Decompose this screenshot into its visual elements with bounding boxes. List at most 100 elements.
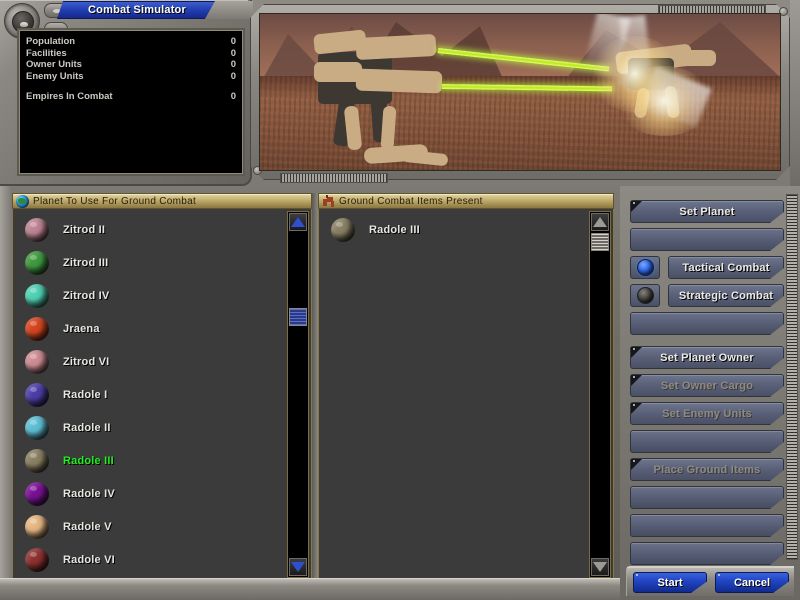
scroll-up-arrow[interactable] — [591, 213, 609, 231]
list-item[interactable]: Radole II — [13, 411, 285, 444]
bottom-bevel — [0, 578, 622, 600]
battle-preview[interactable] — [259, 13, 781, 171]
battle-scene — [260, 14, 780, 170]
stats-readout: Population 0 Facilities 0 Owner Units 0 … — [17, 28, 245, 176]
ground-items-scrollbar[interactable] — [589, 211, 611, 578]
stat-label: Facilities — [26, 48, 67, 60]
radio-tactical-combat[interactable] — [630, 256, 660, 279]
stat-label: Empires In Combat — [26, 91, 113, 103]
stat-row-population: Population 0 — [26, 36, 236, 48]
stat-label: Enemy Units — [26, 71, 84, 83]
bezel-vent-left — [280, 173, 388, 183]
planet-label: Radole V — [63, 521, 112, 533]
chevron-up-icon — [593, 217, 607, 227]
tactical-combat-label: Tactical Combat — [682, 262, 769, 274]
chevron-up-icon — [291, 217, 305, 227]
stat-label: Population — [26, 36, 75, 48]
stat-value: 0 — [231, 59, 236, 71]
orb-glyph — [20, 22, 28, 27]
list-item[interactable]: Jraena — [13, 312, 285, 345]
list-item[interactable]: Radole VI — [13, 543, 285, 576]
control-slot-1 — [630, 228, 784, 251]
stat-value: 0 — [231, 36, 236, 48]
ground-items-body[interactable]: Radole III — [318, 209, 614, 581]
planet-icon — [25, 317, 49, 341]
set-enemy-units-label: Set Enemy Units — [662, 408, 752, 420]
start-button[interactable]: Start — [633, 572, 707, 593]
planet-icon — [25, 548, 49, 572]
planet-icon — [25, 482, 49, 506]
control-column: Set Planet Tactical Combat Strategic Comba… — [620, 186, 800, 600]
list-item[interactable]: Zitrod VI — [13, 345, 285, 378]
set-owner-cargo-label: Set Owner Cargo — [661, 380, 753, 392]
scroll-thumb[interactable] — [591, 233, 609, 251]
button-indicator — [636, 574, 638, 576]
strategic-combat-button[interactable]: Strategic Combat — [668, 284, 784, 307]
planet-icon — [25, 284, 49, 308]
set-enemy-units-button[interactable]: Set Enemy Units — [630, 402, 784, 425]
planet-label: Radole VI — [63, 554, 115, 566]
list-item[interactable]: Radole I — [13, 378, 285, 411]
list-item[interactable]: Radole III — [319, 213, 587, 246]
set-planet-owner-label: Set Planet Owner — [660, 352, 754, 364]
list-item[interactable]: Zitrod II — [13, 213, 285, 246]
cancel-button[interactable]: Cancel — [715, 572, 789, 593]
planet-list-scrollbar[interactable] — [287, 211, 309, 578]
scroll-down-arrow[interactable] — [289, 558, 307, 576]
set-planet-label: Set Planet — [679, 206, 734, 218]
ground-items-panel: Ground Combat Items Present Radole III — [318, 193, 614, 581]
radio-unselected-icon — [637, 287, 654, 304]
planet-label: Zitrod III — [63, 257, 108, 269]
planet-label: Radole IV — [63, 488, 115, 500]
action-bar: Start Cancel — [626, 566, 794, 596]
mech-right-weapon — [676, 50, 716, 66]
mech-left-cannon-b — [355, 34, 436, 60]
planet-label: Radole I — [63, 389, 107, 401]
radio-strategic-combat[interactable] — [630, 284, 660, 307]
stat-label: Owner Units — [26, 59, 82, 71]
stat-spacer — [26, 82, 236, 91]
planet-list-body[interactable]: Zitrod II Zitrod III Zitrod IVJraena Zitrod… — [12, 209, 312, 581]
list-item[interactable]: Zitrod IV — [13, 279, 285, 312]
battle-preview-frame — [250, 2, 800, 184]
stat-value: 0 — [231, 48, 236, 60]
planet-label: Zitrod VI — [63, 356, 109, 368]
button-indicator — [718, 574, 720, 576]
scroll-up-arrow[interactable] — [289, 213, 307, 231]
scroll-down-arrow[interactable] — [591, 558, 609, 576]
window-title-tab[interactable]: Combat Simulator — [57, 1, 217, 19]
mech-icon — [322, 195, 335, 208]
window-title: Combat Simulator — [88, 4, 186, 16]
planet-icon — [25, 251, 49, 275]
button-indicator — [633, 376, 635, 378]
button-indicator — [633, 348, 635, 350]
place-ground-items-label: Place Ground Items — [654, 464, 761, 476]
set-planet-button[interactable]: Set Planet — [630, 200, 784, 223]
list-item[interactable]: Zitrod III — [13, 246, 285, 279]
scroll-thumb[interactable] — [289, 308, 307, 326]
button-indicator — [633, 202, 635, 204]
set-planet-owner-button[interactable]: Set Planet Owner — [630, 346, 784, 369]
mech-left-cannon-c — [356, 69, 443, 94]
strategic-combat-label: Strategic Combat — [679, 290, 773, 302]
list-item[interactable]: Radole III — [13, 444, 285, 477]
list-item[interactable]: Radole V — [13, 510, 285, 543]
tactical-combat-button[interactable]: Tactical Combat — [668, 256, 784, 279]
planet-icon — [25, 449, 49, 473]
planet-list-title: Planet To Use For Ground Combat — [33, 196, 196, 207]
ground-items-header: Ground Combat Items Present — [318, 193, 614, 209]
list-item[interactable]: Radole IV — [13, 477, 285, 510]
ground-items-list[interactable]: Radole III — [319, 209, 587, 580]
planet-list[interactable]: Zitrod II Zitrod III Zitrod IVJraena Zitrod… — [13, 209, 285, 580]
place-ground-items-button[interactable]: Place Ground Items — [630, 458, 784, 481]
button-indicator — [633, 460, 635, 462]
chevron-down-icon — [291, 562, 305, 572]
planet-icon — [25, 383, 49, 407]
control-slot-10 — [630, 486, 784, 509]
combat-simulator-window: Combat Simulator Population 0 Facilities… — [0, 0, 800, 600]
planet-label: Radole III — [63, 455, 114, 467]
mech-left-shoulder — [314, 62, 362, 82]
cancel-button-label: Cancel — [734, 577, 770, 589]
plate-highlight — [0, 0, 248, 1]
set-owner-cargo-button[interactable]: Set Owner Cargo — [630, 374, 784, 397]
